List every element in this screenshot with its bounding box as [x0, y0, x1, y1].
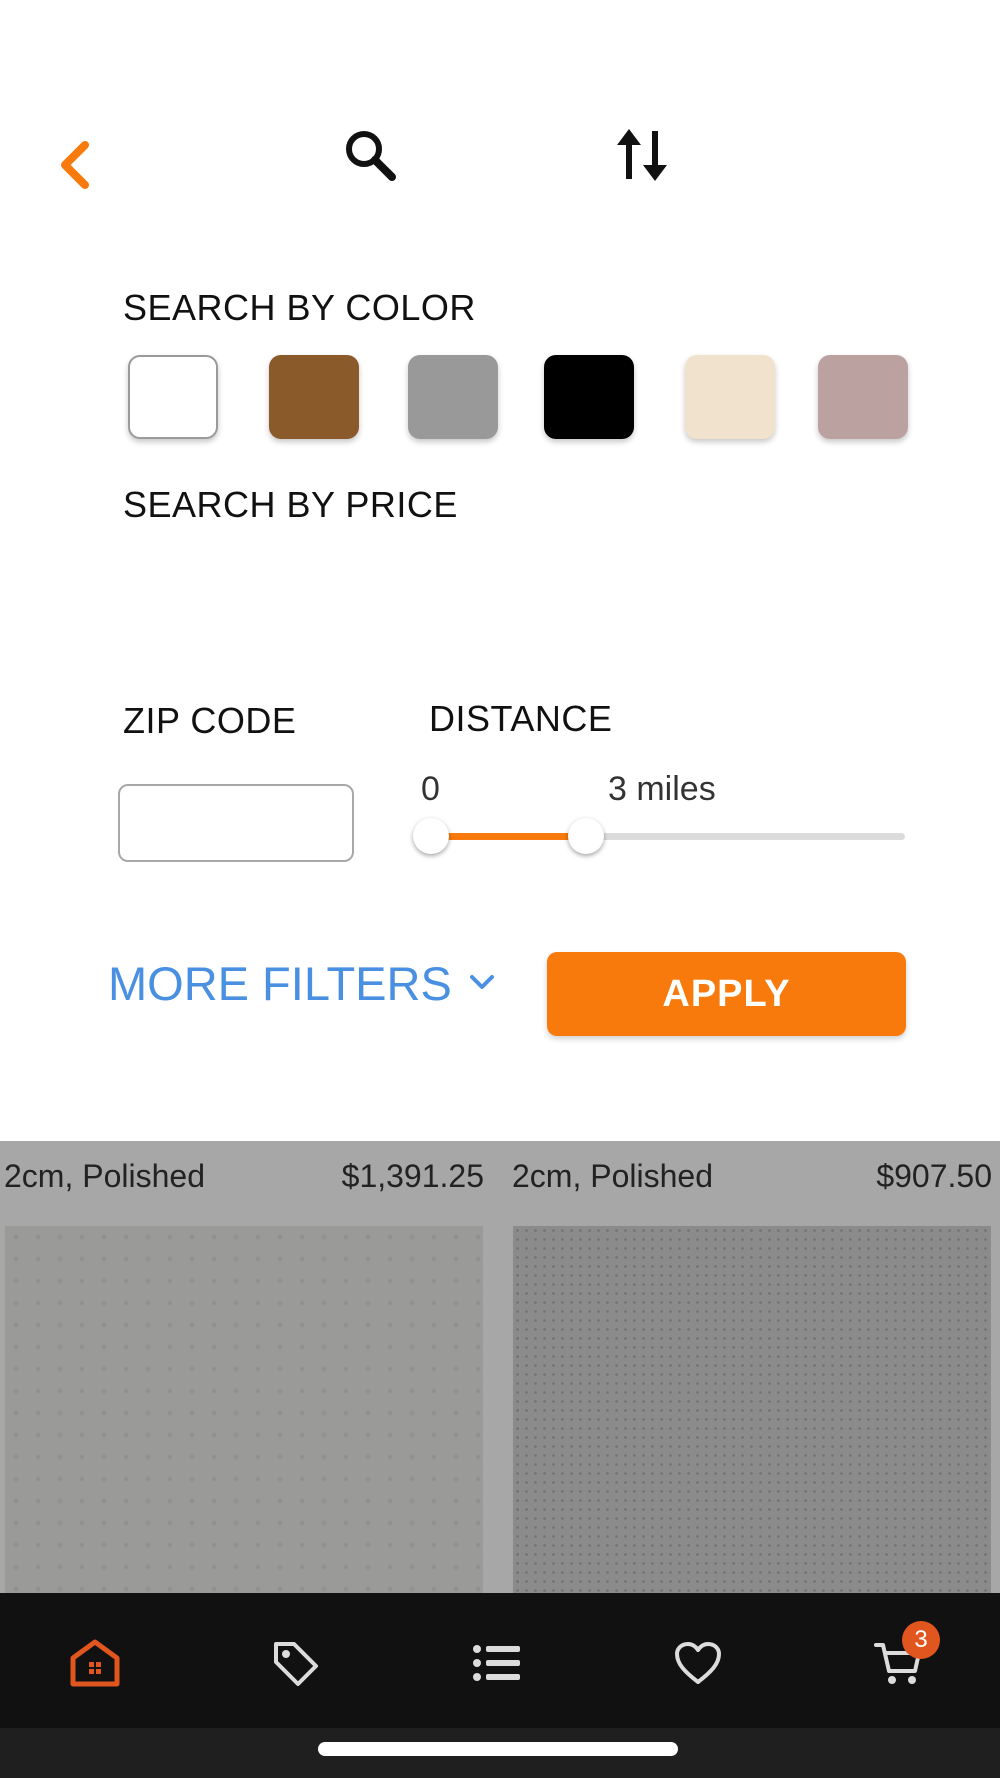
distance-min-label: 0	[421, 770, 440, 808]
product-image[interactable]	[513, 1226, 991, 1593]
apply-button[interactable]: APPLY	[547, 952, 906, 1036]
heart-icon	[675, 1642, 721, 1684]
nav-favorites[interactable]	[658, 1623, 738, 1703]
distance-slider[interactable]	[413, 816, 905, 856]
cart-count-badge: 3	[902, 1621, 940, 1659]
product-spec: 2cm, Polished	[4, 1157, 205, 1194]
product-card[interactable]: 2cm, Polished $1,391.25	[0, 1141, 488, 1593]
nav-home[interactable]	[55, 1623, 135, 1703]
slider-max-thumb[interactable]	[568, 818, 604, 854]
product-card[interactable]: 2cm, Polished $907.50	[508, 1141, 996, 1593]
distance-label: DISTANCE	[429, 698, 613, 739]
tag-icon	[274, 1642, 318, 1686]
distance-value-label: 3 miles	[608, 770, 716, 808]
slider-min-thumb[interactable]	[413, 818, 449, 854]
color-swatch-mauve[interactable]	[818, 355, 908, 439]
zip-code-label: ZIP CODE	[123, 700, 297, 741]
search-by-color-label: SEARCH BY COLOR	[123, 287, 476, 328]
product-image[interactable]	[5, 1226, 483, 1593]
product-price: $1,391.25	[341, 1157, 484, 1194]
system-home-area	[0, 1728, 1000, 1778]
sort-arrows-icon	[617, 129, 667, 181]
chevron-left-icon	[61, 141, 89, 189]
more-filters-button[interactable]: MORE FILTERS	[108, 950, 496, 1016]
bottom-navigation: 3	[0, 1593, 1000, 1728]
color-swatches	[128, 355, 918, 439]
color-swatch-black[interactable]	[544, 355, 634, 439]
slider-fill	[431, 833, 586, 840]
color-swatch-beige[interactable]	[685, 355, 775, 439]
back-button[interactable]	[50, 135, 100, 195]
product-price: $907.50	[876, 1157, 992, 1194]
home-indicator[interactable]	[318, 1742, 678, 1756]
product-grid: 2cm, Polished $1,391.25 2cm, Polished $9…	[0, 1141, 1000, 1593]
product-spec: 2cm, Polished	[512, 1157, 713, 1194]
nav-list[interactable]	[457, 1623, 537, 1703]
color-swatch-brown[interactable]	[269, 355, 359, 439]
color-swatch-gray[interactable]	[408, 355, 498, 439]
zip-code-input[interactable]	[118, 784, 354, 862]
product-meta: 2cm, Polished $907.50	[512, 1141, 992, 1211]
home-icon	[70, 1639, 120, 1687]
search-button[interactable]	[335, 120, 405, 190]
chevron-down-icon	[468, 973, 496, 993]
nav-deals[interactable]	[255, 1623, 335, 1703]
color-swatch-white[interactable]	[128, 355, 218, 439]
search-by-price-label: SEARCH BY PRICE	[123, 484, 458, 525]
top-bar	[0, 0, 1000, 240]
more-filters-label: MORE FILTERS	[108, 956, 452, 1010]
product-meta: 2cm, Polished $1,391.25	[4, 1141, 484, 1211]
list-icon	[473, 1645, 520, 1681]
sort-button[interactable]	[607, 120, 677, 190]
search-icon	[346, 131, 396, 181]
nav-cart[interactable]: 3	[858, 1621, 940, 1703]
